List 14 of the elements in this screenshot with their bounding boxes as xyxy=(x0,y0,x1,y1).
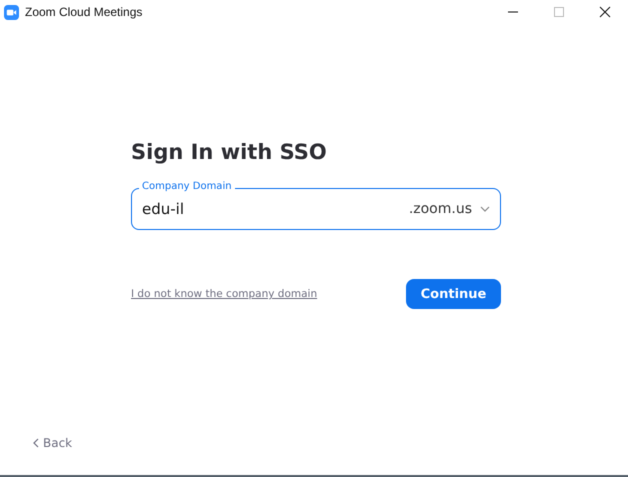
continue-button[interactable]: Continue xyxy=(406,279,501,309)
back-label: Back xyxy=(43,436,72,450)
close-icon xyxy=(599,6,611,18)
field-label: Company Domain xyxy=(139,181,235,192)
maximize-icon xyxy=(553,6,565,18)
video-camera-icon xyxy=(4,4,19,20)
domain-suffix: .zoom.us xyxy=(408,201,472,217)
back-link[interactable]: Back xyxy=(33,436,72,450)
window-title: Zoom Cloud Meetings xyxy=(25,5,144,19)
company-domain-field[interactable]: Company Domain edu-il .zoom.us xyxy=(131,180,501,230)
help-link[interactable]: I do not know the company domain xyxy=(131,288,318,300)
chevron-left-icon xyxy=(33,438,39,448)
chevron-down-icon[interactable] xyxy=(480,206,490,212)
heading: Sign In with SSO xyxy=(131,140,328,164)
